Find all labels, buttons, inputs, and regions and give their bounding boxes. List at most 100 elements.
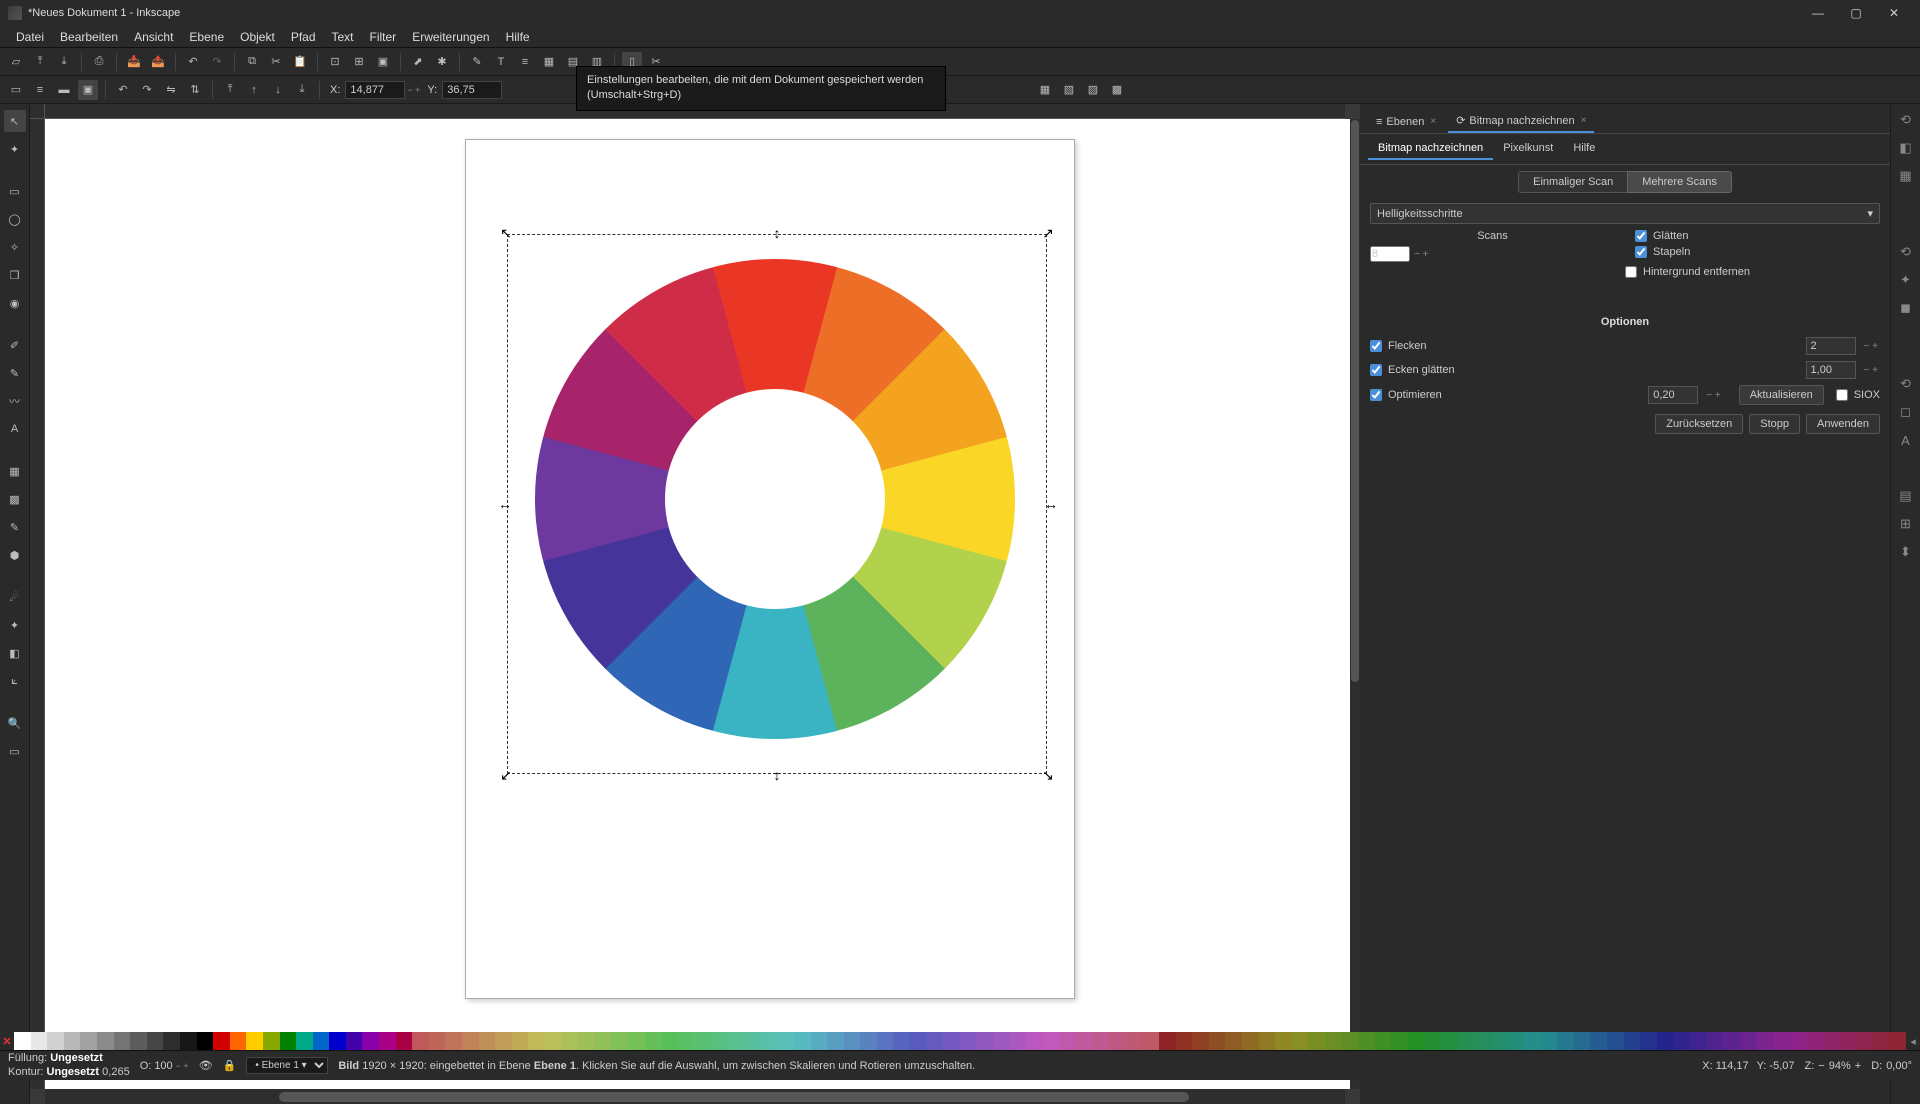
swatch[interactable] (1557, 1032, 1574, 1050)
swatch[interactable] (1126, 1032, 1143, 1050)
swatch[interactable] (1590, 1032, 1607, 1050)
print-icon[interactable]: ⎙ (89, 52, 109, 72)
lower-bottom-icon[interactable]: ⤓ (292, 80, 312, 100)
swatch[interactable] (1873, 1032, 1890, 1050)
handle-r[interactable]: ↔ (1044, 498, 1056, 510)
handle-b[interactable]: ↕ (771, 769, 783, 781)
flecken-spinner[interactable]: − + (1862, 341, 1880, 352)
swatch[interactable] (694, 1032, 711, 1050)
swatch[interactable] (197, 1032, 214, 1050)
swatch[interactable] (927, 1032, 944, 1050)
swatch[interactable] (1275, 1032, 1292, 1050)
raise-top-icon[interactable]: ⤒ (220, 80, 240, 100)
menu-hilfe[interactable]: Hilfe (498, 30, 538, 44)
swatch[interactable] (794, 1032, 811, 1050)
optimieren-input[interactable] (1648, 386, 1698, 404)
sel-layer-icon[interactable]: ≡ (30, 80, 50, 100)
swatch[interactable] (1441, 1032, 1458, 1050)
swatch[interactable] (1109, 1032, 1126, 1050)
swatch[interactable] (1707, 1032, 1724, 1050)
swatch[interactable] (1043, 1032, 1060, 1050)
swatch[interactable] (130, 1032, 147, 1050)
swatch[interactable] (1474, 1032, 1491, 1050)
swatch[interactable] (1574, 1032, 1591, 1050)
close-button[interactable]: ✕ (1876, 2, 1912, 24)
zoom-page-icon[interactable]: ▣ (373, 52, 393, 72)
swatch[interactable] (1342, 1032, 1359, 1050)
swatch[interactable] (1507, 1032, 1524, 1050)
swatch[interactable] (595, 1032, 612, 1050)
import-icon[interactable]: 📥 (124, 52, 144, 72)
ecken-input[interactable] (1806, 361, 1856, 379)
stop-button[interactable]: Stopp (1749, 414, 1800, 434)
tab-ebenen[interactable]: ≡ Ebenen × (1368, 110, 1444, 133)
swatch[interactable] (329, 1032, 346, 1050)
swatch[interactable] (628, 1032, 645, 1050)
swatch[interactable] (362, 1032, 379, 1050)
node-tool-icon[interactable]: ✦ (4, 138, 26, 160)
measure-tool-icon[interactable]: ▭ (4, 740, 26, 762)
hintergrund-checkbox[interactable] (1625, 266, 1637, 278)
ruler-vertical[interactable] (30, 119, 45, 1089)
zoom-sel-icon[interactable]: ⊡ (325, 52, 345, 72)
rotation-value[interactable]: 0,00° (1886, 1060, 1912, 1072)
update-button[interactable]: Aktualisieren (1739, 385, 1824, 405)
single-scan-toggle[interactable]: Einmaliger Scan (1518, 171, 1627, 193)
swatch[interactable] (562, 1032, 579, 1050)
swatch[interactable] (280, 1032, 297, 1050)
swatch[interactable] (1292, 1032, 1309, 1050)
bezier-tool-icon[interactable]: ✎ (4, 362, 26, 384)
swatch[interactable] (877, 1032, 894, 1050)
swatch[interactable] (1225, 1032, 1242, 1050)
swatch[interactable] (744, 1032, 761, 1050)
swatch[interactable] (80, 1032, 97, 1050)
swatch[interactable] (1624, 1032, 1641, 1050)
flecken-input[interactable] (1806, 337, 1856, 355)
glaetten-checkbox[interactable] (1635, 230, 1647, 242)
swatch[interactable] (528, 1032, 545, 1050)
fill-value[interactable]: Ungesetzt (50, 1052, 103, 1064)
paint-bucket-icon[interactable]: ⬢ (4, 544, 26, 566)
swatch[interactable] (1756, 1032, 1773, 1050)
optimieren-spinner[interactable]: − + (1704, 390, 1722, 401)
clone-icon[interactable]: ⬈ (408, 52, 428, 72)
swatch[interactable] (1358, 1032, 1375, 1050)
side-swatch-icon[interactable]: ⟲ (1896, 242, 1916, 262)
apply-button[interactable]: Anwenden (1806, 414, 1880, 434)
swatch[interactable] (512, 1032, 529, 1050)
swatch[interactable] (1391, 1032, 1408, 1050)
connector-tool-icon[interactable]: ⟀ (4, 670, 26, 692)
swatch[interactable] (1823, 1032, 1840, 1050)
redo-icon[interactable]: ↷ (207, 52, 227, 72)
selector-tool-icon[interactable]: ↖ (4, 110, 26, 132)
swatch[interactable] (114, 1032, 131, 1050)
swatch[interactable] (1740, 1032, 1757, 1050)
swatch[interactable] (1491, 1032, 1508, 1050)
side-text-icon[interactable]: A (1896, 430, 1916, 450)
swatch[interactable] (412, 1032, 429, 1050)
swatch[interactable] (495, 1032, 512, 1050)
swatch[interactable] (14, 1032, 31, 1050)
swatch[interactable] (230, 1032, 247, 1050)
handle-t[interactable]: ↕ (771, 227, 783, 239)
swatch[interactable] (1424, 1032, 1441, 1050)
menu-pfad[interactable]: Pfad (283, 30, 324, 44)
swatch[interactable] (263, 1032, 280, 1050)
swatch[interactable] (1375, 1032, 1392, 1050)
side-align-icon[interactable]: ▤ (1896, 486, 1916, 506)
swatch[interactable] (64, 1032, 81, 1050)
stapeln-checkbox[interactable] (1635, 246, 1647, 258)
palette-menu-icon[interactable]: ◂ (1906, 1032, 1920, 1050)
save-icon[interactable]: ⤓ (54, 52, 74, 72)
tweak-tool-icon[interactable]: ☄ (4, 586, 26, 608)
zoom-plus[interactable]: + (1855, 1060, 1861, 1072)
visibility-icon[interactable]: 👁 (199, 1059, 213, 1072)
swatch[interactable] (910, 1032, 927, 1050)
swatch[interactable] (97, 1032, 114, 1050)
tab-bitmap-trace[interactable]: ⟳ Bitmap nachzeichnen × (1448, 110, 1594, 133)
box3d-tool-icon[interactable]: ❒ (4, 264, 26, 286)
menu-ebene[interactable]: Ebene (181, 30, 232, 44)
palette-none[interactable]: ✕ (0, 1032, 14, 1050)
zoom-draw-icon[interactable]: ⊞ (349, 52, 369, 72)
zoom-tool-icon[interactable]: 🔍 (4, 712, 26, 734)
